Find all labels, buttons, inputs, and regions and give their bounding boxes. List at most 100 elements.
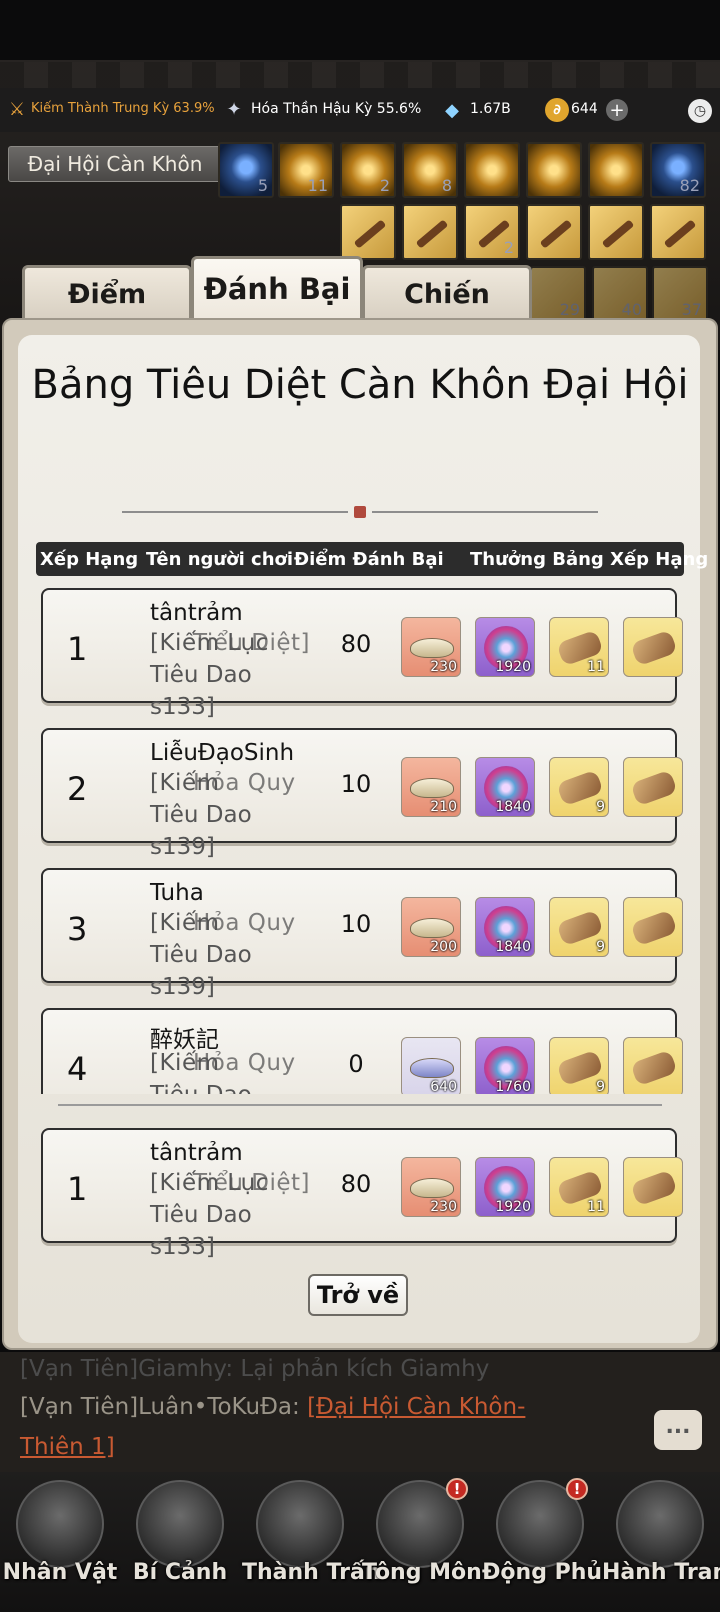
nav-label: Thành Trấn — [242, 1560, 381, 1585]
nav-nhan-vat[interactable]: Nhân Vật — [2, 1480, 118, 1600]
skill-slot[interactable]: 82 — [650, 142, 706, 198]
chat-line: [Vạn Tiên]Luân•ToKuĐa: [Đại Hội Càn Khôn… — [20, 1394, 525, 1420]
weapon-slot[interactable] — [588, 204, 644, 260]
row-points: 10 — [340, 770, 372, 798]
skill-slot[interactable]: 8 — [402, 142, 458, 198]
nav-label: Nhân Vật — [2, 1560, 118, 1585]
nav-dong-phu[interactable]: ! Động Phủ — [482, 1478, 603, 1600]
clock-icon[interactable]: ◷ — [688, 99, 712, 123]
row-player-name: tântrảm — [150, 600, 243, 626]
tab-diem[interactable]: Điểm — [22, 265, 192, 321]
nav-tong-mon[interactable]: ! Tông Môn — [362, 1478, 482, 1600]
sword-icon: ⚔ — [8, 98, 26, 120]
table-row[interactable]: 1 tântrảm [Kiếm Lục Tiểu Diệt] Tiêu Dao … — [41, 588, 683, 720]
tab-chien-luoc[interactable]: Chiến Lược — [362, 265, 532, 364]
row-player-server-id: s139] — [150, 834, 215, 860]
reward-ingot-icon[interactable]: 640 — [401, 1037, 461, 1094]
row-player-guild-overlap: Hỏa Quy — [193, 910, 296, 936]
row-player-server: Tiêu Dao — [150, 662, 252, 688]
seal-icon — [354, 506, 366, 518]
skill-slot[interactable] — [464, 142, 520, 198]
skill-slot[interactable]: 2 — [340, 142, 396, 198]
weapon-slot[interactable] — [650, 204, 706, 260]
back-button[interactable]: Trở về — [308, 1274, 408, 1316]
game-screen: { "status": { "cultivation_1": "Kiếm Thà… — [0, 0, 720, 1612]
chat-event-link[interactable]: Thiên 1] — [20, 1434, 115, 1460]
nav-label: Hành Trang — [602, 1560, 720, 1585]
event-name-label: Đại Hội Càn Khôn — [8, 146, 222, 182]
reward-ingot-icon[interactable]: 230 — [401, 617, 461, 677]
row-player-guild-overlap: Tiểu Diệt] — [193, 630, 311, 656]
skill-slot[interactable]: 11 — [278, 142, 334, 198]
header-player: Tên người chơi — [146, 549, 294, 570]
reward-orb-icon[interactable]: 1920 — [475, 1157, 535, 1217]
nav-hanh-trang[interactable]: Hành Trang — [602, 1480, 720, 1600]
reward-scroll-icon[interactable]: 9 — [549, 1037, 609, 1094]
reward-orb-icon[interactable]: 1920 — [475, 617, 535, 677]
row-points: 0 — [348, 1050, 364, 1078]
skill-slot[interactable] — [526, 142, 582, 198]
vortex-icon — [136, 1480, 224, 1568]
nav-bi-canh[interactable]: Bí Cảnh — [122, 1480, 238, 1600]
weapon-slot[interactable] — [340, 204, 396, 260]
reward-scroll-icon[interactable]: 9 — [549, 757, 609, 817]
reward-ingot-icon[interactable]: 200 — [401, 897, 461, 957]
reward-scroll-icon[interactable] — [623, 1037, 683, 1094]
my-player-guild-overlap: Tiểu Diệt] — [193, 1170, 311, 1196]
reward-scroll-icon[interactable]: 11 — [549, 617, 609, 677]
row-rank: 2 — [67, 770, 88, 808]
header-reward: Thưởng Bảng Xếp Hạng — [470, 549, 709, 570]
reward-orb-icon[interactable]: 1840 — [475, 897, 535, 957]
reward-scroll-icon[interactable] — [623, 757, 683, 817]
reward-scroll-icon[interactable] — [623, 897, 683, 957]
my-player-server: Tiêu Dao — [150, 1202, 252, 1228]
header-rank: Xếp Hạng — [40, 549, 139, 570]
tab-danh-bai[interactable]: Đánh Bại — [191, 256, 363, 322]
weapon-slot[interactable]: 2 — [464, 204, 520, 260]
nav-label: Tông Môn — [362, 1560, 482, 1585]
chat-speaker: [Vạn Tiên]Luân•ToKuĐa: — [20, 1394, 300, 1420]
row-rank: 3 — [67, 910, 88, 948]
weapon-slot[interactable] — [526, 204, 582, 260]
nav-thanh-tran[interactable]: Thành Trấn — [242, 1480, 381, 1600]
reward-ingot-icon[interactable]: 210 — [401, 757, 461, 817]
my-rank-row[interactable]: 1 tântrảm [Kiếm Lục Tiểu Diệt] Tiêu Dao … — [41, 1128, 683, 1260]
row-player-server: Tiêu Dao — [150, 1082, 252, 1094]
chat-button[interactable]: ... — [654, 1410, 702, 1450]
spirit-stone-icon: ◆ — [445, 99, 459, 121]
divider — [372, 511, 598, 513]
chat-event-link[interactable]: [Đại Hội Càn Khôn- — [307, 1394, 525, 1420]
town-icon — [256, 1480, 344, 1568]
cultivation-1-text: Kiếm Thành Trung Kỳ 63.9% — [31, 101, 215, 116]
decorative-border — [0, 62, 720, 88]
weapon-slot[interactable] — [402, 204, 458, 260]
nav-label: Bí Cảnh — [132, 1560, 228, 1585]
divider — [58, 1104, 662, 1106]
table-row[interactable]: 2 LiễuĐạoSinh [Kiếm Hỏa Quy Tiêu Dao s13… — [41, 728, 683, 860]
skill-slot[interactable] — [588, 142, 644, 198]
cultivation-2-text: Hóa Thần Hậu Kỳ 55.6% — [251, 101, 422, 117]
ranking-list[interactable]: 1 tântrảm [Kiếm Lục Tiểu Diệt] Tiêu Dao … — [36, 585, 686, 1094]
my-rank: 1 — [67, 1170, 88, 1208]
reward-ingot-icon[interactable]: 230 — [401, 1157, 461, 1217]
reward-orb-icon[interactable]: 1760 — [475, 1037, 535, 1094]
row-player-server: Tiêu Dao — [150, 942, 252, 968]
my-player-name: tântrảm — [150, 1140, 243, 1166]
reward-orb-icon[interactable]: 1840 — [475, 757, 535, 817]
add-coins-button[interactable]: + — [606, 99, 628, 121]
skill-slot[interactable]: 5 — [218, 142, 274, 198]
row-player-server-id: s133] — [150, 694, 215, 720]
my-player-server-id: s133] — [150, 1234, 215, 1260]
row-points: 10 — [340, 910, 372, 938]
reward-scroll-icon[interactable] — [623, 617, 683, 677]
reward-scroll-icon[interactable]: 11 — [549, 1157, 609, 1217]
reward-scroll-icon[interactable]: 9 — [549, 897, 609, 957]
reward-scroll-icon[interactable] — [623, 1157, 683, 1217]
nav-label: Động Phủ — [482, 1560, 603, 1585]
row-player-server-id: s139] — [150, 974, 215, 1000]
my-points: 80 — [340, 1170, 372, 1198]
table-row[interactable]: 3 Tuha [Kiếm Hỏa Quy Tiêu Dao s139] 10 2… — [41, 868, 683, 1000]
weapon-slot: 40 — [592, 266, 648, 322]
table-row[interactable]: 4 醉妖記 [Kiếm Hỏa Quy Tiêu Dao 0 640 1760 … — [41, 1008, 683, 1094]
alert-badge: ! — [446, 1478, 468, 1500]
